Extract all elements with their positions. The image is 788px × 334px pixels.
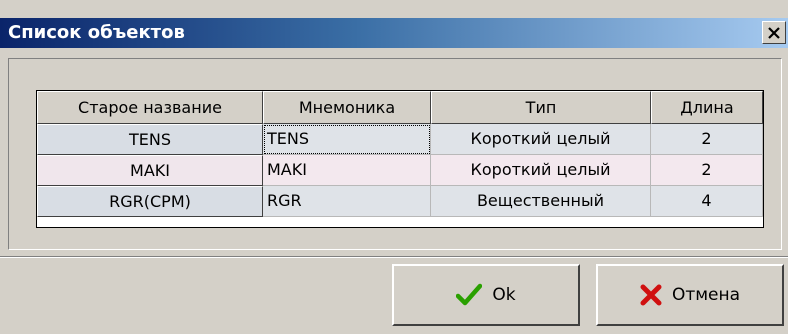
row-1-type[interactable]: Короткий целый [431,124,651,155]
column-header-mnemonic[interactable]: Мнемоника [263,91,431,124]
row-2-length[interactable]: 2 [651,155,763,186]
row-2-old-name[interactable]: MAKI [37,155,263,186]
button-bar-separator [0,256,788,258]
ok-button[interactable]: Ok [392,264,580,326]
row-1-mnemonic[interactable]: TENS [263,124,431,155]
cancel-button-label: Отмена [671,285,741,305]
objects-dialog: Список объектов Старое название Мнемоник… [0,0,788,334]
close-button[interactable] [762,21,786,44]
row-3-mnemonic[interactable]: RGR [263,186,431,217]
title-bar[interactable]: Список объектов [0,18,788,48]
row-2-type[interactable]: Короткий целый [431,155,651,186]
column-header-old-name[interactable]: Старое название [37,91,263,124]
window-title: Список объектов [8,22,185,43]
row-2-mnemonic[interactable]: MAKI [263,155,431,186]
column-header-type[interactable]: Тип [431,91,651,124]
cancel-button[interactable]: Отмена [596,264,784,326]
row-1-old-name[interactable]: TENS [37,124,263,155]
row-3-length[interactable]: 4 [651,186,763,217]
row-3-old-name[interactable]: RGR(CPM) [37,186,263,217]
objects-table[interactable]: Старое название Мнемоника Тип Длина TENS… [36,90,764,228]
column-header-length[interactable]: Длина [651,91,763,124]
row-3-type[interactable]: Вещественный [431,186,651,217]
checkmark-icon [456,283,483,306]
close-icon [768,26,780,39]
cross-icon [640,284,662,306]
row-1-length[interactable]: 2 [651,124,763,155]
ok-button-label: Ok [492,285,516,305]
